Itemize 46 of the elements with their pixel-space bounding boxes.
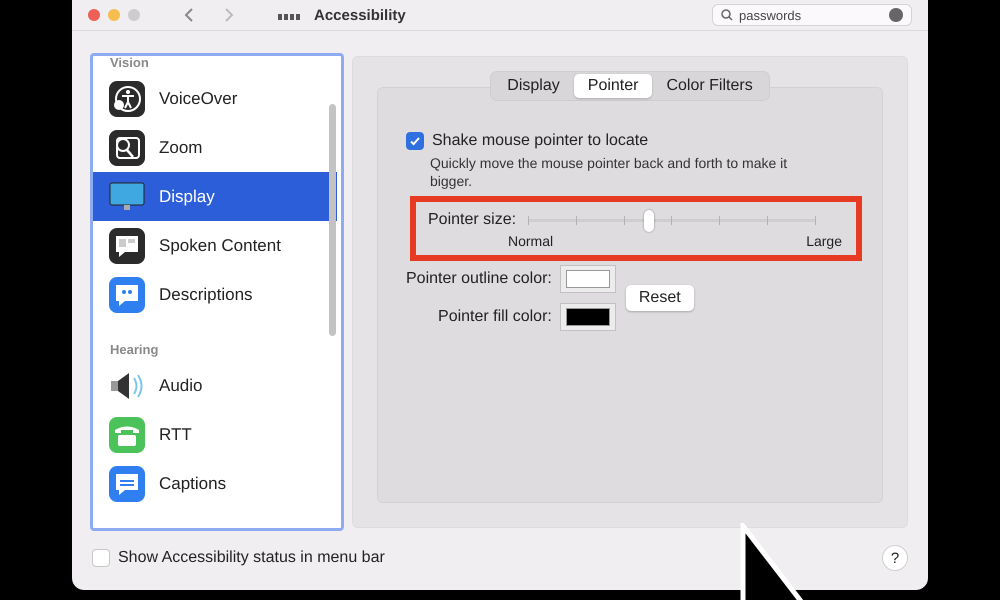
help-button[interactable]: ? xyxy=(882,545,908,571)
caption-bubble-icon xyxy=(109,466,145,502)
checkbox-label: Show Accessibility status in menu bar xyxy=(118,549,385,567)
section-heading: Vision xyxy=(109,56,150,72)
reset-button[interactable]: Reset xyxy=(626,285,694,311)
sidebar-item[interactable]: Captions xyxy=(93,459,337,508)
scrollbar[interactable] xyxy=(329,104,336,336)
description-text: Quickly move the mouse pointer back and forth to make it bigger. xyxy=(430,154,788,190)
back-icon[interactable] xyxy=(184,8,194,22)
tab[interactable]: Display xyxy=(493,74,574,98)
max-label: Large xyxy=(806,233,842,249)
search-field[interactable]: passwords xyxy=(712,4,912,26)
color-label: Pointer outline color: xyxy=(406,270,552,288)
quote-bubble-icon xyxy=(109,276,145,312)
sidebar-item[interactable]: Spoken Content xyxy=(93,221,337,270)
slider-label: Pointer size: xyxy=(428,211,516,229)
forward-icon[interactable] xyxy=(224,8,234,22)
sidebar-item[interactable]: Zoom xyxy=(93,123,337,172)
color-well[interactable] xyxy=(560,265,616,293)
close-button[interactable] xyxy=(88,9,100,21)
clear-icon[interactable] xyxy=(889,8,903,22)
color-well[interactable] xyxy=(560,303,616,331)
tab[interactable]: Color Filters xyxy=(652,74,767,98)
section-heading: Hearing xyxy=(109,341,160,359)
pointer-size-slider[interactable] xyxy=(528,210,816,230)
accessibility-figure-icon xyxy=(109,80,145,116)
sidebar-item[interactable]: Display xyxy=(93,172,337,221)
search-icon xyxy=(721,9,733,21)
window-title: Accessibility xyxy=(314,6,406,24)
min-label: Normal xyxy=(508,233,554,249)
telephone-icon xyxy=(109,416,145,452)
checkbox-label: Shake mouse pointer to locate xyxy=(432,132,648,150)
sidebar-item[interactable]: Descriptions xyxy=(93,270,337,319)
sidebar-item[interactable]: VoiceOver xyxy=(93,74,337,123)
tab[interactable]: Pointer xyxy=(574,74,652,98)
check-icon xyxy=(409,135,421,147)
color-label: Pointer fill color: xyxy=(438,308,552,326)
sidebar-item[interactable]: RTT xyxy=(93,410,337,459)
sidebar-item[interactable]: Audio xyxy=(93,361,337,410)
magnifier-icon xyxy=(109,130,145,166)
search-text: passwords xyxy=(739,8,802,22)
checkbox[interactable] xyxy=(92,549,110,567)
slider-thumb[interactable] xyxy=(644,210,654,232)
minimize-button[interactable] xyxy=(108,9,120,21)
speech-bubble-icon xyxy=(109,228,145,264)
checkbox[interactable] xyxy=(406,132,424,150)
